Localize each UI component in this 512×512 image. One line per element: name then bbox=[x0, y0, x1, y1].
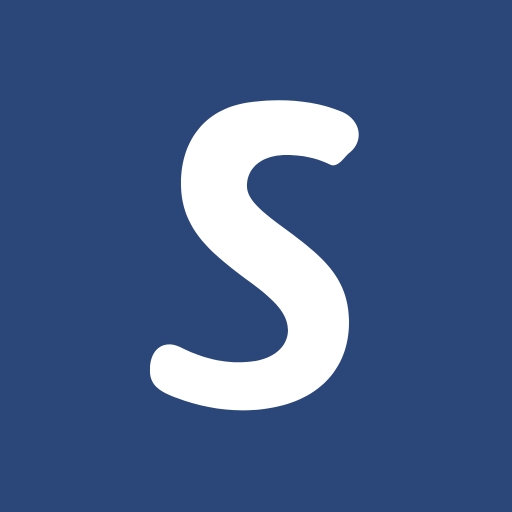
app-icon bbox=[0, 0, 512, 512]
s-logo-icon bbox=[0, 0, 512, 512]
